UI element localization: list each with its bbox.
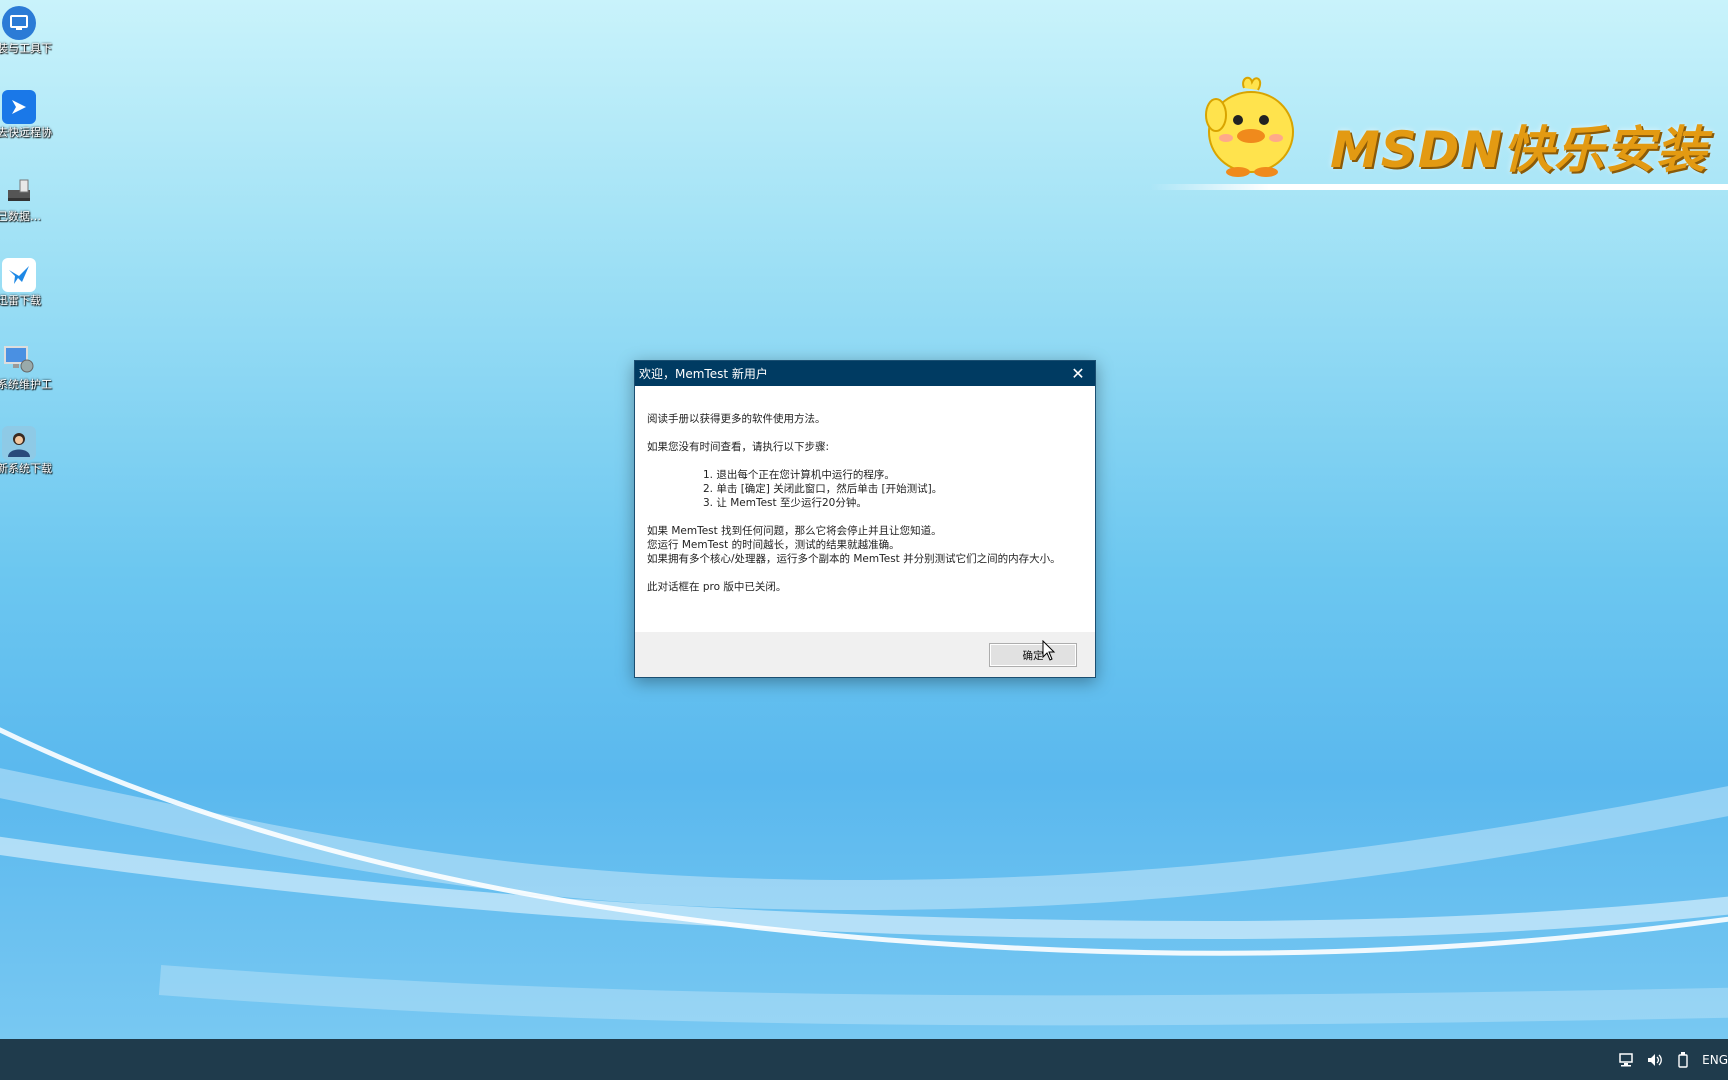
intro-text: 阅读手册以获得更多的软件使用方法。 (647, 413, 826, 425)
steps-intro-text: 如果您没有时间查看，请执行以下步骤: (647, 441, 830, 453)
mouse-cursor-icon (1042, 640, 1056, 661)
close-icon: ✕ (1071, 364, 1085, 383)
steps-list: 1. 退出每个正在您计算机中运行的程序。 2. 单击 [确定] 关闭此窗口，然后… (703, 468, 1083, 510)
language-indicator[interactable]: ENG (1702, 1053, 1728, 1067)
desktop: MSDN快乐安装 …装与工具下载 …去快远程协助 …己数据… …迅雷下载 (0, 0, 1728, 1039)
dialog-title: 欢迎，MemTest 新用户 (639, 367, 768, 381)
remote-assist-icon (2, 90, 36, 124)
step-item: 1. 退出每个正在您计算机中运行的程序。 (703, 469, 895, 481)
desktop-icon-usb-drive[interactable]: …己数据… (0, 170, 64, 223)
taskbar: ENG (0, 1039, 1728, 1080)
note-line: 如果 MemTest 找到任何问题，那么它将会停止并且让您知道。 (647, 525, 942, 537)
system-tools-icon (2, 342, 36, 376)
network-icon[interactable] (1618, 1051, 1636, 1069)
dialog-footer: 确定 (635, 632, 1095, 677)
volume-icon[interactable] (1646, 1051, 1664, 1069)
pro-note-text: 此对话框在 pro 版中已关闭。 (647, 581, 787, 593)
desktop-icon-system-tools[interactable]: …系统维护工具 (0, 338, 64, 404)
remote-desktop-icon (2, 6, 36, 40)
dialog-body: 阅读手册以获得更多的软件使用方法。 如果您没有时间查看，请执行以下步骤: 1. … (635, 386, 1095, 632)
desktop-icon-label: …新系统下载 (0, 462, 52, 475)
system-tray: ENG (1618, 1039, 1728, 1080)
usb-eject-icon[interactable] (1674, 1051, 1692, 1069)
note-line: 如果拥有多个核心/处理器，运行多个副本的 MemTest 并分别测试它们之间的内… (647, 553, 1061, 565)
brand-underline (1150, 184, 1728, 190)
wallpaper-wave (0, 727, 1728, 1026)
usb-drive-icon (2, 174, 36, 208)
close-button[interactable]: ✕ (1061, 361, 1095, 386)
notes-text: 如果 MemTest 找到任何问题，那么它将会停止并且让您知道。 您运行 Mem… (647, 524, 1083, 566)
brand-text: MSDN快乐安装 (1330, 121, 1708, 179)
desktop-icon-system-download[interactable]: …新系统下载 (0, 422, 64, 475)
step-item: 3. 让 MemTest 至少运行20分钟。 (703, 497, 867, 509)
desktop-icon-remote-assist[interactable]: …去快远程协助 (0, 86, 64, 152)
desktop-icon-bird-download[interactable]: …迅雷下载 (0, 254, 64, 307)
note-line: 您运行 MemTest 的时间越长，测试的结果就越准确。 (647, 539, 900, 551)
desktop-icon-label: …迅雷下载 (0, 294, 41, 307)
step-item: 2. 单击 [确定] 关闭此窗口，然后单击 [开始测试]。 (703, 483, 943, 495)
duck-mascot-icon (1205, 76, 1294, 177)
desktop-icon-label: …装与工具下载 (0, 42, 52, 55)
desktop-icon-label: …己数据… (0, 210, 41, 223)
dialog-titlebar[interactable]: 欢迎，MemTest 新用户 ✕ (635, 361, 1095, 386)
user-photo-icon (2, 426, 36, 460)
memtest-welcome-dialog: 欢迎，MemTest 新用户 ✕ 阅读手册以获得更多的软件使用方法。 如果您没有… (634, 360, 1096, 678)
desktop-icon-label: …系统维护工具 (0, 378, 52, 391)
desktop-icon-label: …去快远程协助 (0, 126, 52, 139)
desktop-icon-remote-desktop[interactable]: …装与工具下载 (0, 2, 64, 68)
brand-logo: MSDN快乐安装 (1150, 70, 1728, 200)
ok-button[interactable]: 确定 (989, 643, 1077, 667)
bird-download-icon (2, 258, 36, 292)
